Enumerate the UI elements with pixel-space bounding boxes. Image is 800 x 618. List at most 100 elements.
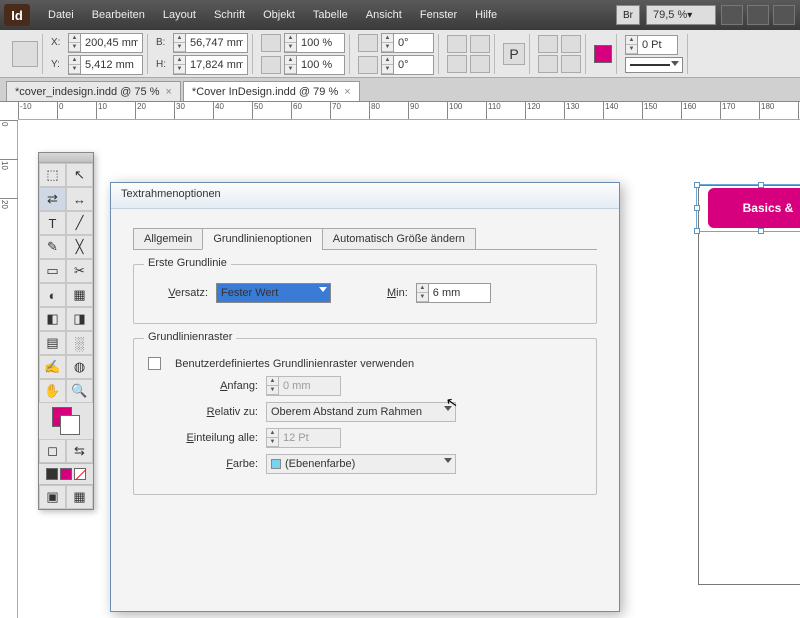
relativ-combo: Oberem Abstand zum Rahmen bbox=[266, 402, 456, 422]
dialog-title: Textrahmenoptionen bbox=[111, 183, 619, 209]
h-label: H: bbox=[156, 59, 170, 70]
control-bar: X:▲▼ Y:▲▼ B:▲▼ H:▲▼ ▲▼ ▲▼ ▲▼ ▲▼ P ▲▼ bbox=[0, 30, 800, 78]
x-input[interactable] bbox=[81, 33, 143, 53]
default-colors-icon[interactable]: ◻ bbox=[39, 439, 66, 463]
tool-16[interactable]: ✍ bbox=[39, 355, 66, 379]
menu-tabelle[interactable]: Tabelle bbox=[305, 5, 356, 25]
doc-tab-1[interactable]: *cover_indesign.indd @ 75 %× bbox=[6, 81, 181, 101]
h-input[interactable] bbox=[186, 55, 248, 75]
menu-schrift[interactable]: Schrift bbox=[206, 5, 253, 25]
select-container-icon[interactable] bbox=[447, 55, 467, 73]
menu-layout[interactable]: Layout bbox=[155, 5, 204, 25]
ref-point-icon[interactable] bbox=[12, 41, 38, 67]
tool-13[interactable]: ◨ bbox=[66, 307, 93, 331]
ruler-horizontal[interactable]: -100102030405060708090100110120130140150… bbox=[18, 102, 800, 120]
toolbox-grip[interactable] bbox=[39, 153, 93, 163]
tool-5[interactable]: ╱ bbox=[66, 211, 93, 235]
align-icon-2[interactable] bbox=[561, 35, 581, 53]
rotate-spinner[interactable]: ▲▼ bbox=[381, 33, 394, 53]
scale-y-input[interactable] bbox=[297, 55, 345, 75]
tool-2[interactable]: ⇄ bbox=[39, 187, 66, 211]
stroke-weight-input[interactable] bbox=[638, 35, 678, 55]
select-content-icon[interactable] bbox=[470, 55, 490, 73]
bridge-button[interactable]: Br bbox=[616, 5, 640, 25]
scale-x-spinner[interactable]: ▲▼ bbox=[284, 33, 297, 53]
align-icon-1[interactable] bbox=[538, 35, 558, 53]
apply-gradient-icon[interactable] bbox=[60, 468, 72, 480]
tool-11[interactable]: ▦ bbox=[66, 283, 93, 307]
zoom-combo[interactable]: 79,5 % ▾ bbox=[646, 5, 716, 25]
arrange-icon[interactable] bbox=[773, 5, 795, 25]
custom-grid-checkbox[interactable] bbox=[148, 357, 161, 370]
p-icon[interactable]: P bbox=[503, 43, 525, 65]
legend-grundlinienraster: Grundlinienraster bbox=[144, 331, 236, 343]
menu-fenster[interactable]: Fenster bbox=[412, 5, 465, 25]
dialog-tabs: Allgemein Grundlinienoptionen Automatisc… bbox=[133, 227, 597, 250]
w-input[interactable] bbox=[186, 33, 248, 53]
rotate-input[interactable] bbox=[394, 33, 434, 53]
tab-auto-groesse[interactable]: Automatisch Größe ändern bbox=[322, 228, 476, 250]
anfang-label: Anfang: bbox=[148, 380, 258, 392]
view-mode-icon[interactable] bbox=[721, 5, 743, 25]
stroke-spinner[interactable]: ▲▼ bbox=[625, 35, 638, 55]
apply-color-icon[interactable] bbox=[46, 468, 58, 480]
menu-ansicht[interactable]: Ansicht bbox=[358, 5, 410, 25]
apply-none-icon[interactable] bbox=[74, 468, 86, 480]
flip-h-icon[interactable] bbox=[447, 35, 467, 53]
tool-6[interactable]: ✎ bbox=[39, 235, 66, 259]
x-spinner[interactable]: ▲▼ bbox=[68, 33, 81, 53]
view-mode-preview[interactable]: ▦ bbox=[66, 485, 93, 509]
shear-input[interactable] bbox=[394, 55, 434, 75]
tool-0[interactable]: ⬚ bbox=[39, 163, 66, 187]
menu-hilfe[interactable]: Hilfe bbox=[467, 5, 505, 25]
tool-3[interactable]: ↔ bbox=[66, 187, 93, 211]
tool-15[interactable]: ░ bbox=[66, 331, 93, 355]
close-icon[interactable]: × bbox=[165, 86, 171, 98]
tool-18[interactable]: ✋ bbox=[39, 379, 66, 403]
workspace: 01020 Basics & ⬚↖⇄↔T╱✎╳▭✂◐▦◧◨▤░✍◍✋🔍 ◻ ⇆ bbox=[0, 120, 800, 618]
view-mode-normal[interactable]: ▣ bbox=[39, 485, 66, 509]
menu-bearbeiten[interactable]: Bearbeiten bbox=[84, 5, 153, 25]
tab-allgemein[interactable]: Allgemein bbox=[133, 228, 203, 250]
y-input[interactable] bbox=[81, 55, 143, 75]
tool-9[interactable]: ✂ bbox=[66, 259, 93, 283]
tool-10[interactable]: ◐ bbox=[39, 283, 66, 307]
tool-1[interactable]: ↖ bbox=[66, 163, 93, 187]
shear-spinner[interactable]: ▲▼ bbox=[381, 55, 394, 75]
h-spinner[interactable]: ▲▼ bbox=[173, 55, 186, 75]
versatz-combo[interactable]: Fester Wert bbox=[216, 283, 331, 303]
doc-tab-2[interactable]: *Cover InDesign.indd @ 79 %× bbox=[183, 81, 360, 101]
min-input[interactable] bbox=[429, 283, 491, 303]
ruler-vertical[interactable]: 01020 bbox=[0, 120, 18, 618]
swap-colors-icon[interactable]: ⇆ bbox=[66, 439, 93, 463]
text-frame-basics[interactable]: Basics & bbox=[708, 188, 800, 228]
menu-datei[interactable]: Datei bbox=[40, 5, 82, 25]
min-spinner[interactable]: ▲▼ bbox=[416, 283, 429, 303]
scale-y-spinner[interactable]: ▲▼ bbox=[284, 55, 297, 75]
tool-12[interactable]: ◧ bbox=[39, 307, 66, 331]
stroke-style-combo[interactable] bbox=[625, 57, 683, 73]
close-icon[interactable]: × bbox=[344, 86, 350, 98]
tool-4[interactable]: T bbox=[39, 211, 66, 235]
tool-19[interactable]: 🔍 bbox=[66, 379, 93, 403]
y-spinner[interactable]: ▲▼ bbox=[68, 55, 81, 75]
align-icon-4[interactable] bbox=[561, 55, 581, 73]
screen-mode-icon[interactable] bbox=[747, 5, 769, 25]
scale-y-icon bbox=[261, 56, 281, 74]
scale-x-input[interactable] bbox=[297, 33, 345, 53]
shear-icon bbox=[358, 56, 378, 74]
tool-14[interactable]: ▤ bbox=[39, 331, 66, 355]
fill-swatch[interactable] bbox=[594, 45, 612, 63]
tool-17[interactable]: ◍ bbox=[66, 355, 93, 379]
document-tabbar: *cover_indesign.indd @ 75 %× *Cover InDe… bbox=[0, 78, 800, 102]
flip-v-icon[interactable] bbox=[470, 35, 490, 53]
tool-8[interactable]: ▭ bbox=[39, 259, 66, 283]
stroke-color-swatch[interactable] bbox=[60, 415, 80, 435]
tool-7[interactable]: ╳ bbox=[66, 235, 93, 259]
menu-objekt[interactable]: Objekt bbox=[255, 5, 303, 25]
tab-grundlinienoptionen[interactable]: Grundlinienoptionen bbox=[202, 228, 322, 250]
w-spinner[interactable]: ▲▼ bbox=[173, 33, 186, 53]
menubar: Id Datei Bearbeiten Layout Schrift Objek… bbox=[0, 0, 800, 30]
fieldset-erste-grundlinie: Erste Grundlinie Versatz: Fester Wert Mi… bbox=[133, 264, 597, 324]
align-icon-3[interactable] bbox=[538, 55, 558, 73]
